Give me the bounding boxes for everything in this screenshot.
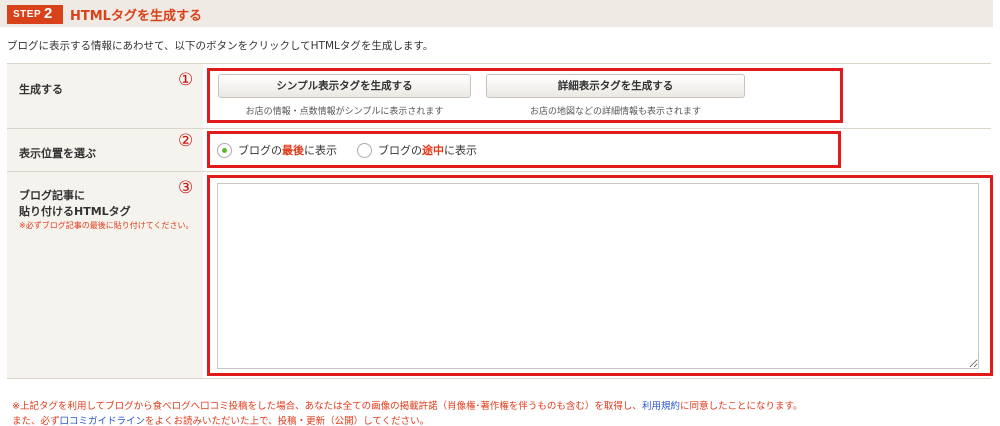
row-divider (7, 128, 991, 129)
footer-line1-text: ※上記タグを利用してブログから食べログへ口コミ投稿をした場合、あなたは全ての画像… (12, 401, 642, 412)
tag-label-line2: 貼り付けるHTMLタグ (19, 205, 131, 218)
label-cell-tag: ブログ記事に 貼り付けるHTMLタグ ※必ずブログ記事の最後に貼り付けてください… (7, 172, 203, 378)
marker-three: ③ (178, 178, 194, 198)
marker-one: ① (178, 70, 194, 90)
tag-note: ※必ずブログ記事の最後に貼り付けてください。 (19, 221, 194, 230)
radio-button-selected[interactable] (217, 142, 232, 158)
row-divider (7, 171, 991, 172)
radio-end-emph: 最後 (282, 144, 304, 157)
footer-line2-text: また、必ず (12, 416, 60, 426)
intro-text: ブログに表示する情報にあわせて、以下のボタンをクリックしてHTMLタグを生成しま… (7, 40, 434, 52)
radio-button[interactable] (357, 142, 372, 158)
html-tag-textarea[interactable] (217, 183, 979, 369)
label-cell-position: 表示位置を選ぶ (7, 129, 203, 171)
tag-label-line1: ブログ記事に (19, 189, 85, 202)
generate-simple-button[interactable]: シンプル表示タグを生成する (218, 74, 471, 98)
row-divider (7, 63, 991, 64)
generate-detail-button[interactable]: 詳細表示タグを生成する (486, 74, 745, 98)
footer-notes: ※上記タグを利用してブログから食べログへ口コミ投稿をした場合、あなたは全ての画像… (12, 399, 803, 426)
guideline-link[interactable]: 口コミガイドライン (60, 416, 146, 426)
radio-end-prefix: ブログの (238, 144, 282, 157)
marker-two: ② (178, 131, 194, 151)
radio-end-suffix: に表示 (304, 144, 337, 157)
page-title: HTMLタグを生成する (70, 9, 202, 24)
step-badge-number: 2 (44, 5, 53, 22)
row-divider (7, 378, 991, 379)
terms-link[interactable]: 利用規約 (642, 401, 680, 412)
footer-line2-tail: をよくお読みいただいた上で、投稿・更新（公開）してください。 (145, 416, 430, 426)
step-header: STEP 2 HTMLタグを生成する (0, 0, 993, 27)
detail-desc: お店の地図などの詳細情報も表示されます (529, 107, 701, 117)
footer-line1: ※上記タグを利用してブログから食べログへ口コミ投稿をした場合、あなたは全ての画像… (12, 399, 803, 414)
label-cell-generate: 生成する (7, 64, 203, 128)
radio-middle-suffix: に表示 (444, 144, 477, 157)
footer-line1-tail: に同意したことになります。 (679, 401, 803, 412)
radio-position-middle[interactable]: ブログの 途中 に表示 (357, 142, 477, 158)
step-badge: STEP 2 (7, 5, 63, 24)
radio-middle-emph: 途中 (422, 144, 444, 157)
simple-desc: お店の情報・点数情報がシンプルに表示されます (245, 107, 444, 117)
radio-position-end[interactable]: ブログの 最後 に表示 (217, 142, 337, 158)
footer-line2: また、必ず口コミガイドラインをよくお読みいただいた上で、投稿・更新（公開）してく… (12, 414, 803, 426)
position-label: 表示位置を選ぶ (19, 147, 96, 160)
radio-middle-prefix: ブログの (378, 144, 422, 157)
step-badge-text: STEP (13, 9, 42, 20)
generate-label: 生成する (19, 83, 63, 96)
